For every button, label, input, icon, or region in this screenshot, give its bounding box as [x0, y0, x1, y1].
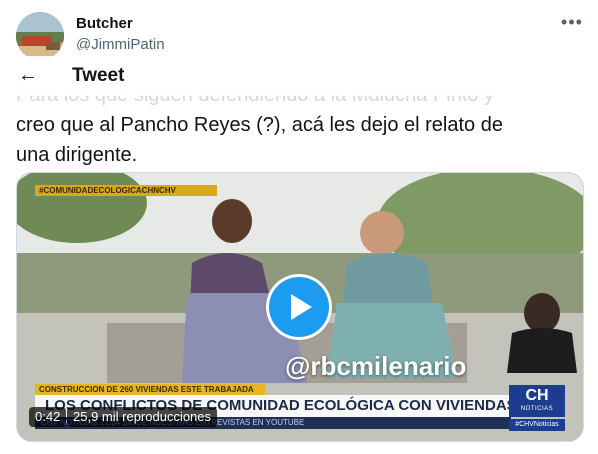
- chv-logo-mark: CH: [525, 387, 549, 404]
- page-title: Tweet: [72, 65, 125, 86]
- play-button[interactable]: [266, 274, 332, 340]
- chv-logo: CH NOTICIAS: [509, 385, 565, 417]
- ellipsis-icon[interactable]: •••: [560, 13, 584, 34]
- avatar[interactable]: [16, 12, 64, 60]
- tweet-author: Butcher @JimmiPatin •••: [0, 0, 598, 60]
- tweet-text-line-3: una dirigente.: [16, 144, 138, 166]
- tweet-text-line-2: creo que al Pancho Reyes (?), acá les de…: [16, 114, 503, 136]
- author-handle[interactable]: @JimmiPatin: [76, 36, 165, 50]
- chv-handle: #CHVNoticias: [509, 419, 565, 431]
- top-bar: ← Tweet: [0, 56, 598, 96]
- chv-logo-sub: NOTICIAS: [520, 406, 554, 412]
- video-player[interactable]: #COMUNIDADECOLOGICACHNCHV @rbcmilenario …: [16, 172, 584, 442]
- video-watermark: @rbcmilenario: [285, 351, 467, 381]
- video-view-count: 25,9 mil reproducciones: [67, 407, 218, 427]
- video-duration: 0:42: [29, 407, 67, 427]
- arrow-left-icon[interactable]: ←: [14, 64, 42, 88]
- video-hashtag-banner: #COMUNIDADECOLOGICACHNCHV: [35, 185, 217, 196]
- author-name[interactable]: Butcher: [76, 15, 133, 32]
- video-lower-third-kicker: CONSTRUCCION DE 260 VIVIENDAS ESTE TRABA…: [35, 384, 265, 395]
- play-icon: [291, 294, 312, 320]
